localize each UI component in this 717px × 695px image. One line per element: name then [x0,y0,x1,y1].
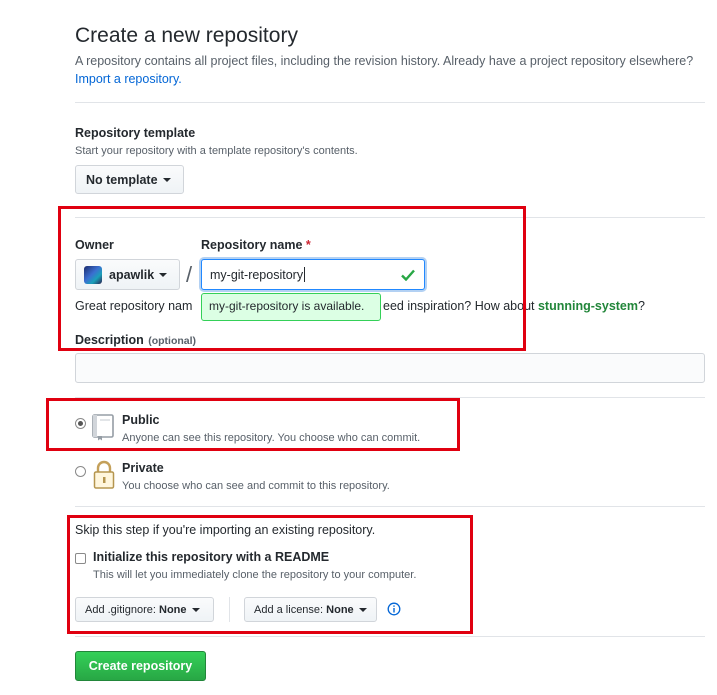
intro-text: A repository contains all project files,… [75,54,694,68]
template-dropdown-button[interactable]: No template [75,165,184,194]
template-button-label: No template [86,172,158,187]
import-repository-link[interactable]: Import a repository. [75,72,182,86]
page-title: Create a new repository [75,24,298,47]
private-radio[interactable] [75,466,86,477]
create-repository-button[interactable]: Create repository [75,651,206,681]
template-label: Repository template [75,126,196,140]
suggested-name-link[interactable]: stunning-system [538,299,638,313]
highlight-box-init [67,515,473,634]
page-intro: A repository contains all project files,… [75,52,695,88]
highlight-box-name [58,206,526,351]
divider [75,506,705,507]
divider [75,636,705,637]
private-note: You choose who can see and commit to thi… [122,480,390,492]
description-input[interactable] [75,353,705,383]
chevron-down-icon [162,177,171,182]
divider [75,102,705,103]
lock-icon [93,460,115,489]
highlight-box-public [46,398,460,451]
template-note: Start your repository with a template re… [75,145,358,157]
private-label[interactable]: Private [122,461,164,475]
